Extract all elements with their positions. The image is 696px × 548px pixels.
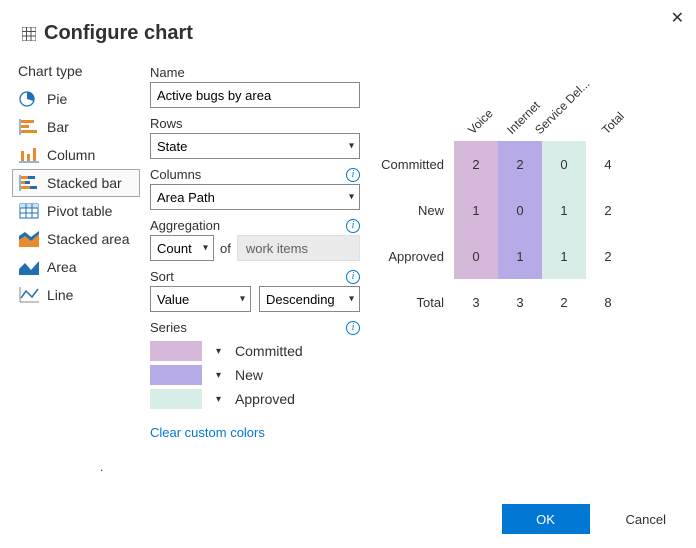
pivot-table: VoiceInternetService Del...TotalCommitte… bbox=[370, 87, 676, 325]
pivot-cell: 1 bbox=[542, 187, 586, 233]
stacked-area-icon bbox=[19, 231, 39, 247]
line-icon bbox=[19, 287, 39, 303]
chart-type-pie[interactable]: Pie bbox=[12, 85, 140, 113]
info-icon[interactable]: i bbox=[346, 219, 360, 233]
rows-select[interactable]: State bbox=[150, 133, 360, 159]
chart-type-panel: Chart type Pie Bar bbox=[12, 59, 140, 440]
pivot-cell: 3 bbox=[498, 279, 542, 325]
chart-type-label: Line bbox=[47, 287, 73, 303]
pivot-col-header: Total bbox=[586, 87, 630, 141]
aggregation-select[interactable]: Count bbox=[150, 235, 214, 261]
series-swatch[interactable] bbox=[150, 341, 202, 361]
name-input[interactable] bbox=[150, 82, 360, 108]
pivot-cell: 2 bbox=[542, 279, 586, 325]
chart-preview: VoiceInternetService Del...TotalCommitte… bbox=[370, 59, 676, 440]
stacked-bar-icon bbox=[19, 175, 39, 191]
pivot-col-header: Voice bbox=[454, 87, 498, 141]
pivot-icon bbox=[19, 203, 39, 219]
pivot-cell: 3 bbox=[454, 279, 498, 325]
pivot-row-header: Approved bbox=[370, 233, 454, 279]
sort-direction-select[interactable]: Descending bbox=[259, 286, 360, 312]
clear-custom-colors-link[interactable]: Clear custom colors bbox=[150, 425, 360, 440]
chart-type-label: Area bbox=[47, 259, 77, 275]
sort-field-select[interactable]: Value bbox=[150, 286, 251, 312]
aggregation-label: Aggregation i bbox=[150, 218, 360, 233]
chart-type-label: Pie bbox=[47, 91, 67, 107]
info-icon[interactable]: i bbox=[346, 168, 360, 182]
chevron-down-icon[interactable]: ▾ bbox=[216, 394, 221, 405]
pivot-cell: 2 bbox=[586, 233, 630, 279]
info-icon[interactable]: i bbox=[346, 321, 360, 335]
pivot-cell: 8 bbox=[586, 279, 630, 325]
aggregation-target: work items bbox=[237, 235, 360, 261]
grid-icon bbox=[22, 27, 36, 41]
chevron-down-icon[interactable]: ▾ bbox=[216, 370, 221, 381]
dialog-header: Configure chart bbox=[0, 0, 696, 51]
pivot-cell: 2 bbox=[454, 141, 498, 187]
chart-type-label: Bar bbox=[47, 119, 69, 135]
chart-type-stacked-bar[interactable]: Stacked bar bbox=[12, 169, 140, 197]
pivot-cell: 0 bbox=[542, 141, 586, 187]
pivot-cell: 1 bbox=[542, 233, 586, 279]
pivot-cell: 1 bbox=[454, 187, 498, 233]
ok-button[interactable]: OK bbox=[502, 504, 590, 534]
series-swatch[interactable] bbox=[150, 389, 202, 409]
series-swatch[interactable] bbox=[150, 365, 202, 385]
pivot-col-header: Internet bbox=[498, 87, 542, 141]
series-item-label: Approved bbox=[235, 391, 295, 407]
pivot-cell: 2 bbox=[586, 187, 630, 233]
sort-label: Sort i bbox=[150, 269, 360, 284]
chart-type-list: Pie Bar Column bbox=[12, 85, 140, 309]
columns-select[interactable]: Area Path bbox=[150, 184, 360, 210]
chart-type-label: Pivot table bbox=[47, 203, 112, 219]
chart-type-bar[interactable]: Bar bbox=[12, 113, 140, 141]
pivot-row-header: Total bbox=[370, 279, 454, 325]
series-list: ▾ Committed ▾ New ▾ Approved bbox=[150, 341, 360, 409]
series-item-label: New bbox=[235, 367, 263, 383]
columns-label: Columns i bbox=[150, 167, 360, 182]
series-label: Series i bbox=[150, 320, 360, 335]
series-item: ▾ Committed bbox=[150, 341, 360, 361]
rows-label: Rows bbox=[150, 116, 360, 131]
chart-type-pivot-table[interactable]: Pivot table bbox=[12, 197, 140, 225]
close-button[interactable]: ✕ bbox=[671, 8, 684, 28]
stray-dot: . bbox=[100, 460, 103, 474]
chart-type-stacked-area[interactable]: Stacked area bbox=[12, 225, 140, 253]
pivot-cell: 4 bbox=[586, 141, 630, 187]
chart-type-label: Column bbox=[47, 147, 95, 163]
dialog-footer: OK Cancel bbox=[502, 504, 672, 534]
series-item: ▾ New bbox=[150, 365, 360, 385]
pivot-col-header: Service Del... bbox=[542, 87, 586, 141]
pie-icon bbox=[19, 91, 39, 107]
column-icon bbox=[19, 147, 39, 163]
pivot-cell: 0 bbox=[498, 187, 542, 233]
cancel-button[interactable]: Cancel bbox=[620, 511, 672, 528]
chart-type-line[interactable]: Line bbox=[12, 281, 140, 309]
chart-type-column[interactable]: Column bbox=[12, 141, 140, 169]
chart-type-heading: Chart type bbox=[12, 59, 140, 85]
bar-icon bbox=[19, 119, 39, 135]
series-item: ▾ Approved bbox=[150, 389, 360, 409]
pivot-cell: 0 bbox=[454, 233, 498, 279]
chart-type-area[interactable]: Area bbox=[12, 253, 140, 281]
chart-type-label: Stacked bar bbox=[47, 175, 122, 191]
series-item-label: Committed bbox=[235, 343, 303, 359]
pivot-cell: 1 bbox=[498, 233, 542, 279]
dialog-title: Configure chart bbox=[44, 22, 193, 45]
aggregation-of-text: of bbox=[220, 241, 231, 256]
area-icon bbox=[19, 259, 39, 275]
pivot-cell: 2 bbox=[498, 141, 542, 187]
chevron-down-icon[interactable]: ▾ bbox=[216, 346, 221, 357]
pivot-row-header: Committed bbox=[370, 141, 454, 187]
chart-type-label: Stacked area bbox=[47, 231, 130, 247]
config-form: Name Rows State ▾ Columns i Area Path ▾ … bbox=[150, 59, 360, 440]
name-label: Name bbox=[150, 65, 360, 80]
pivot-row-header: New bbox=[370, 187, 454, 233]
info-icon[interactable]: i bbox=[346, 270, 360, 284]
